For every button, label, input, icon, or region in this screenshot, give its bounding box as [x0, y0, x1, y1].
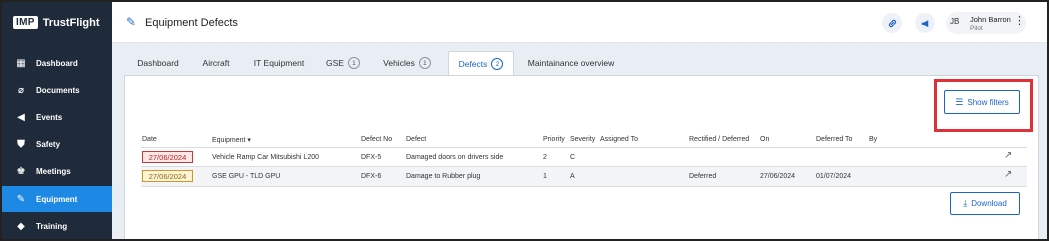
- highlight-box: [934, 79, 1033, 132]
- tab-label: Aircraft: [202, 58, 230, 68]
- column-header-by[interactable]: By: [869, 136, 877, 143]
- cell-equipment: Vehicle Ramp Car Mitsubishi L200: [212, 154, 319, 161]
- sidebar-item-label: Events: [36, 112, 63, 122]
- sidebar-item-label: Equipment: [36, 194, 78, 204]
- sidebar-item-training[interactable]: ◆ Training: [2, 213, 112, 239]
- open-external-icon[interactable]: ↗: [1004, 150, 1012, 161]
- user-name: John Barron: [970, 15, 1011, 24]
- tab-vehicles[interactable]: Vehicles 1: [368, 51, 446, 75]
- tab-defects[interactable]: Defects 2: [448, 51, 514, 76]
- wrench-icon: ✎: [16, 193, 26, 205]
- tab-label: Vehicles: [383, 58, 415, 68]
- cell-defect: Damage to Rubber plug: [406, 173, 481, 180]
- cell-rectified-deferred: Deferred: [689, 173, 717, 180]
- brand-name: TrustFlight: [42, 16, 100, 29]
- sidebar-item-documents[interactable]: ⌀ Documents: [2, 77, 112, 103]
- column-header-priority[interactable]: Priority: [543, 136, 565, 143]
- people-icon: ♚: [16, 165, 26, 177]
- sidebar-item-dashboard[interactable]: ▦ Dashboard: [2, 50, 112, 76]
- sidebar-item-label: Safety: [36, 139, 61, 149]
- tab-dashboard[interactable]: Dashboard: [124, 51, 192, 75]
- column-header-defect[interactable]: Defect: [406, 136, 426, 143]
- cell-defect-no: DFX-5: [361, 154, 382, 161]
- download-button[interactable]: ⤓ Download: [950, 192, 1020, 215]
- tab-maintainance-overview[interactable]: Maintainance overview: [516, 51, 626, 75]
- column-header-assigned-to[interactable]: Assigned To: [600, 136, 638, 143]
- brand[interactable]: IMP TrustFlight: [13, 16, 100, 29]
- cell-defect: Damaged doors on drivers side: [406, 154, 504, 161]
- column-header-rectified-deferred[interactable]: Rectified / Deferred: [689, 136, 749, 143]
- dashboard-icon: ▦: [16, 57, 26, 69]
- column-header-deferred-to[interactable]: Deferred To: [816, 136, 852, 143]
- wrench-icon: ✎: [126, 15, 137, 29]
- cell-severity: A: [570, 173, 575, 180]
- cell-on: 27/06/2024: [760, 173, 796, 180]
- column-header-severity[interactable]: Severity: [570, 136, 595, 143]
- user-role: Pilot: [970, 25, 983, 32]
- sidebar-item-events[interactable]: ◀ Events: [2, 104, 112, 130]
- sidebar-item-safety[interactable]: ⛊ Safety: [2, 131, 112, 157]
- column-header-equipment[interactable]: Equipment ▾: [212, 136, 251, 144]
- cell-deferred-to: 01/07/2024: [816, 173, 852, 180]
- tab-label: Maintainance overview: [527, 58, 615, 68]
- button-label: Download: [971, 199, 1007, 208]
- sidebar: IMP TrustFlight ▦ Dashboard ⌀ Documents …: [2, 2, 112, 239]
- count-badge: 1: [418, 57, 431, 69]
- sidebar-item-label: Dashboard: [36, 58, 78, 68]
- cell-priority: 1: [543, 173, 547, 180]
- page-title: Equipment Defects: [145, 17, 238, 29]
- cell-severity: C: [570, 154, 576, 161]
- link-icon[interactable]: [882, 13, 902, 33]
- row-divider: [141, 186, 1027, 187]
- sidebar-item-label: Documents: [36, 85, 80, 95]
- table-header-divider: [141, 147, 1027, 148]
- column-header-date[interactable]: Date: [142, 136, 157, 143]
- tab-it-equipment[interactable]: IT Equipment: [240, 51, 318, 75]
- sidebar-item-meetings[interactable]: ♚ Meetings: [2, 158, 112, 184]
- cell-equipment: GSE GPU - TLD GPU: [212, 173, 281, 180]
- sidebar-item-label: Training: [36, 221, 68, 231]
- tab-label: GSE: [326, 58, 344, 68]
- avatar: JB: [950, 17, 960, 26]
- count-badge: 1: [347, 57, 360, 69]
- tab-aircraft[interactable]: Aircraft: [192, 51, 240, 75]
- paperclip-icon: ⌀: [17, 84, 25, 96]
- count-badge: 2: [491, 58, 504, 70]
- download-icon: ⤓: [963, 198, 968, 208]
- graduation-cap-icon: ◆: [17, 220, 25, 232]
- app-window: IMP TrustFlight ▦ Dashboard ⌀ Documents …: [0, 0, 1049, 241]
- sidebar-item-equipment[interactable]: ✎ Equipment: [2, 186, 112, 212]
- cell-priority: 2: [543, 154, 547, 161]
- shield-icon: ⛊: [17, 138, 25, 150]
- date-status-chip: 27/06/2024: [142, 151, 193, 163]
- user-menu[interactable]: JB John Barron Pilot ⋮: [946, 12, 1026, 34]
- megaphone-icon[interactable]: [915, 13, 935, 33]
- page-header: ✎ Equipment Defects JB John Barron Pilot…: [112, 2, 1047, 43]
- tab-label: Defects: [458, 59, 488, 69]
- open-external-icon[interactable]: ↗: [1004, 169, 1012, 180]
- megaphone-icon: ◀: [17, 111, 25, 123]
- date-status-chip: 27/06/2024: [142, 170, 193, 182]
- cell-defect-no: DFX-6: [361, 173, 382, 180]
- brand-logo: IMP: [13, 16, 38, 29]
- more-vertical-icon[interactable]: ⋮: [1014, 15, 1025, 27]
- column-header-defect-no[interactable]: Defect No: [361, 136, 392, 143]
- tab-label: IT Equipment: [253, 58, 305, 68]
- column-header-on[interactable]: On: [760, 136, 769, 143]
- tab-label: Dashboard: [137, 58, 179, 68]
- tab-gse[interactable]: GSE 1: [318, 51, 368, 75]
- sidebar-item-label: Meetings: [36, 166, 71, 176]
